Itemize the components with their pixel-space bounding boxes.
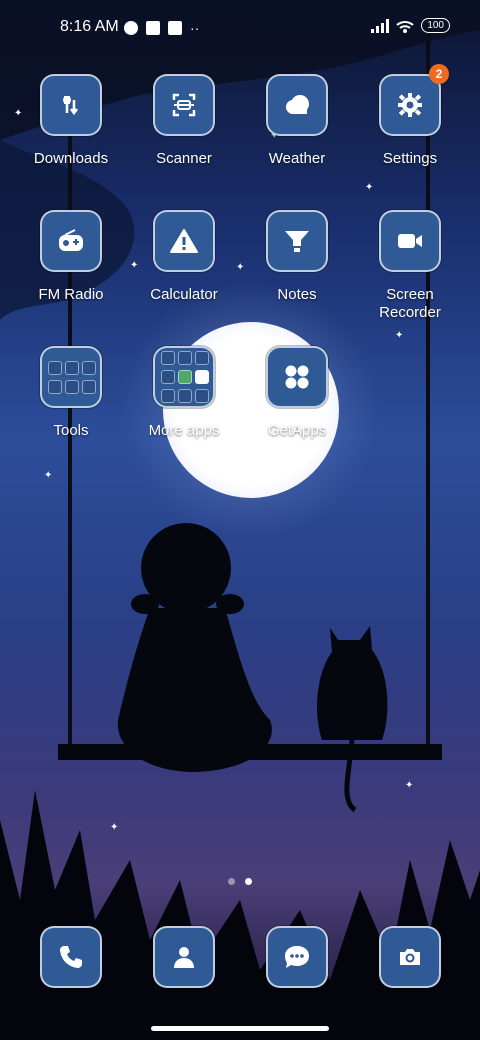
signal-icon [371, 18, 390, 33]
app-label: Tools [53, 422, 89, 439]
wifi-icon [396, 20, 414, 33]
app-label: Screen Recorder [355, 286, 465, 322]
getapps-icon [266, 346, 328, 408]
app-label: Weather [268, 150, 326, 167]
app-label: Settings [382, 150, 438, 167]
scanner-icon [153, 74, 215, 136]
app-scanner[interactable]: Scanner [129, 74, 239, 168]
notification-badge: 2 [429, 64, 449, 84]
star: ✦ [110, 822, 119, 833]
folder-icon [153, 346, 215, 408]
app-label: Calculator [150, 286, 218, 303]
upload-notification-icon [168, 21, 182, 35]
app-downloads[interactable]: Downloads [16, 74, 126, 168]
dock-phone[interactable] [16, 926, 126, 988]
folder-more-apps[interactable]: More apps [129, 346, 239, 440]
download-icon [40, 74, 102, 136]
radio-icon [40, 210, 102, 272]
phone-icon [40, 926, 102, 988]
app-notes[interactable]: Notes [242, 210, 352, 304]
person-icon [153, 926, 215, 988]
status-time: 8:16 AM [60, 18, 119, 35]
app-label: More apps [148, 422, 220, 439]
app-calculator[interactable]: Calculator [129, 210, 239, 304]
page-indicator[interactable] [0, 878, 480, 885]
video-camera-icon [379, 210, 441, 272]
app-label: Scanner [156, 150, 212, 167]
more-notifications-icon: ·· [190, 20, 200, 36]
dock-camera[interactable] [355, 926, 465, 988]
app-label-line: Screen [386, 286, 434, 303]
dock-contacts[interactable] [129, 926, 239, 988]
notes-icon [266, 210, 328, 272]
star: ✦ [44, 470, 53, 481]
gear-icon [379, 74, 441, 136]
status-bar: 8:16 AM ·· 100 [0, 0, 480, 56]
notification-icons: ·· [124, 20, 199, 36]
folder-tools[interactable]: Tools [16, 346, 126, 440]
app-label: GetApps [267, 422, 327, 439]
app-label: FM Radio [38, 286, 104, 303]
app-label-line: Recorder [379, 304, 441, 321]
app-settings[interactable]: 2 Settings [355, 64, 465, 168]
chat-icon [266, 926, 328, 988]
cloud-icon [266, 74, 328, 136]
app-weather[interactable]: Weather [242, 74, 352, 168]
app-notification-icon [146, 21, 160, 35]
warning-icon [153, 210, 215, 272]
folder-icon [40, 346, 102, 408]
page-dot[interactable] [228, 878, 235, 885]
app-getapps[interactable]: GetApps [242, 346, 352, 440]
page-dot-active[interactable] [245, 878, 252, 885]
dock-messages[interactable] [242, 926, 352, 988]
app-screen-recorder[interactable]: Screen Recorder [355, 210, 465, 322]
app-label: Downloads [33, 150, 109, 167]
star: ✦ [395, 330, 404, 341]
app-notification-icon [124, 21, 138, 35]
app-fm-radio[interactable]: FM Radio [16, 210, 126, 304]
app-label: Notes [277, 286, 317, 303]
battery-indicator: 100 [421, 18, 450, 33]
gesture-navigation-bar[interactable] [151, 1026, 329, 1031]
star: ✦ [405, 780, 414, 791]
star: ✦ [270, 475, 279, 486]
star: ✦ [365, 182, 374, 193]
camera-icon [379, 926, 441, 988]
